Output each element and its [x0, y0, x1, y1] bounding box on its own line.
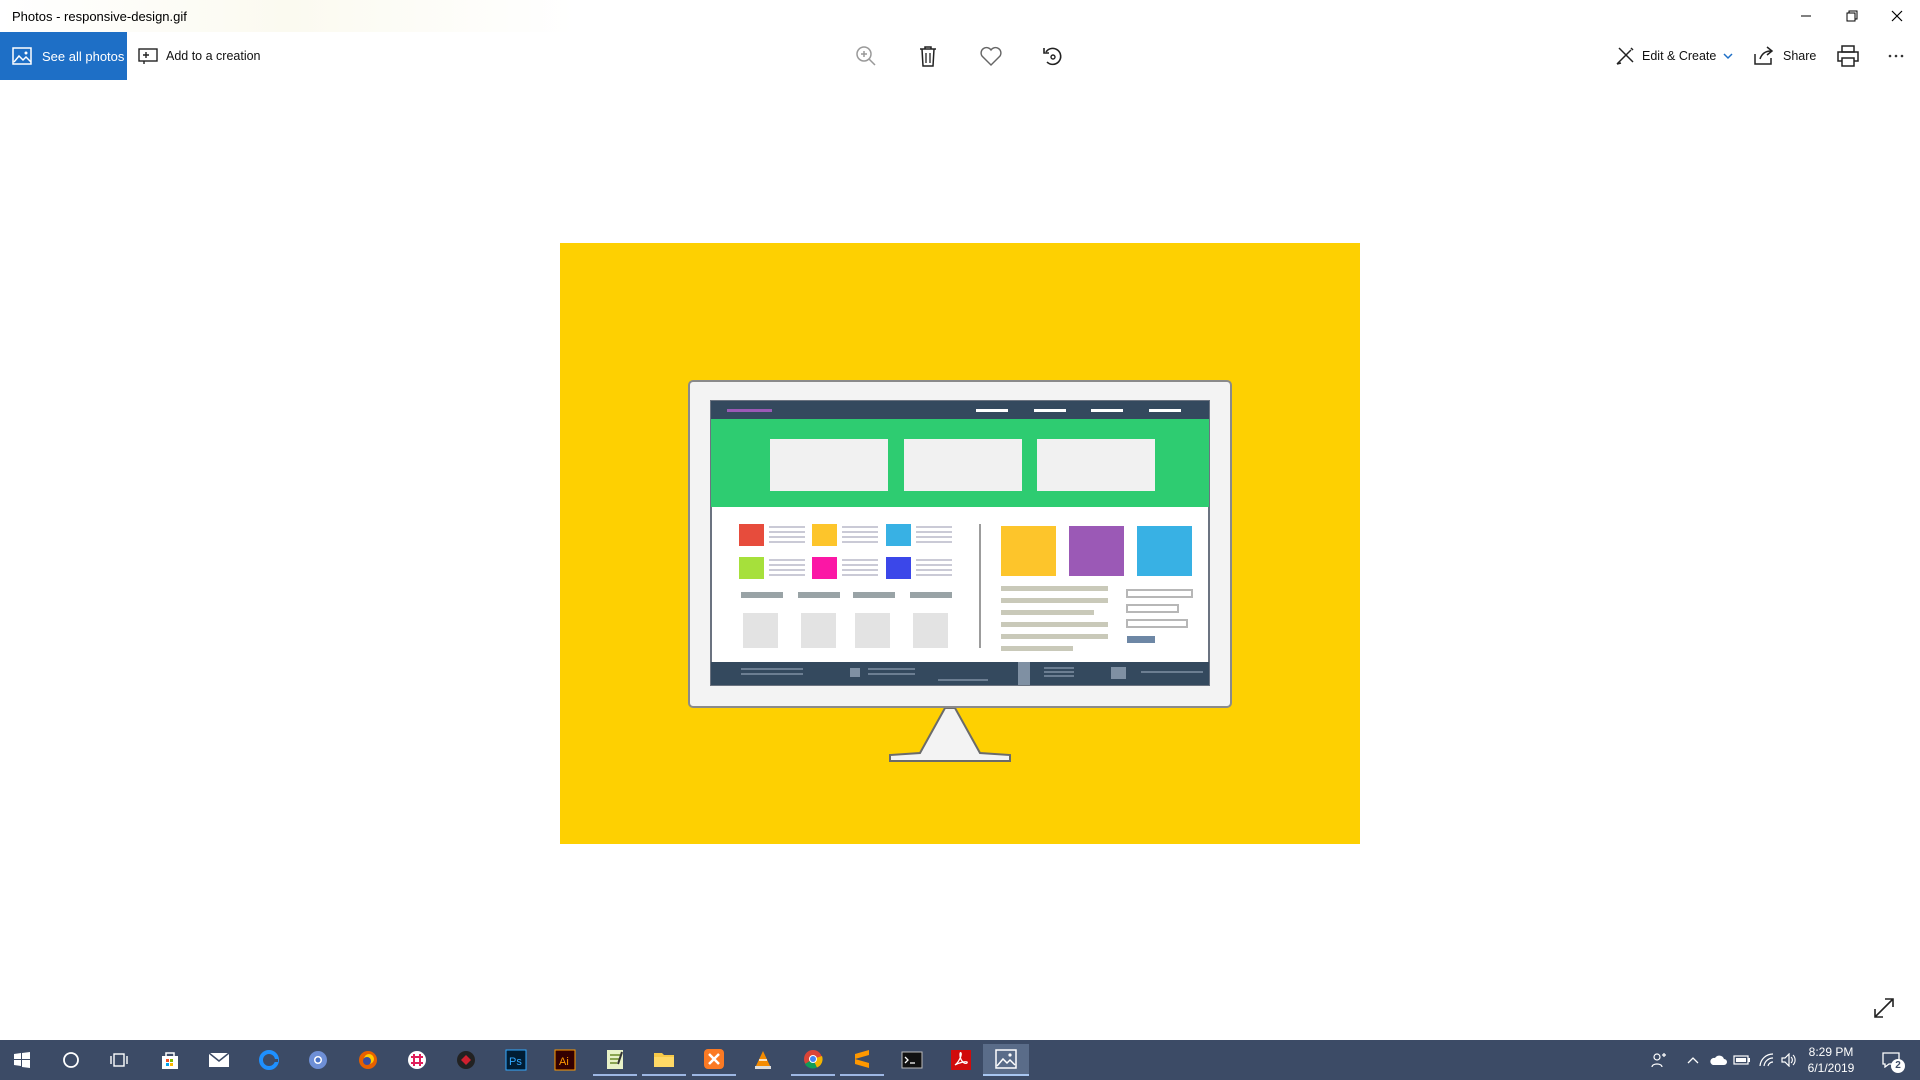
restore-button[interactable]: [1829, 0, 1875, 32]
photoshop-app[interactable]: Ps: [494, 1044, 538, 1076]
edit-create-label: Edit & Create: [1642, 49, 1717, 63]
responsive-design-illustration: [560, 243, 1360, 844]
minimize-button[interactable]: [1783, 0, 1829, 32]
displayed-image: [560, 243, 1360, 844]
see-all-photos-button[interactable]: See all photos: [0, 32, 127, 80]
print-button[interactable]: [1834, 42, 1862, 70]
app-toolbar: See all photos Add to a creation Edit & …: [0, 32, 1920, 80]
task-view-button[interactable]: [98, 1044, 142, 1076]
edit-icon: [1616, 47, 1634, 65]
close-icon: [1891, 10, 1903, 22]
volume-button[interactable]: [1778, 1040, 1800, 1080]
restore-icon: [1846, 10, 1858, 22]
edit-create-button[interactable]: Edit & Create: [1614, 32, 1734, 80]
clock-time: 8:29 PM: [1808, 1045, 1854, 1059]
mail-app[interactable]: [197, 1044, 241, 1076]
xampp-icon: [704, 1049, 724, 1069]
share-label: Share: [1783, 49, 1817, 63]
wifi-icon: [1759, 1053, 1774, 1067]
edge-icon: [259, 1050, 279, 1070]
favorite-button[interactable]: [977, 42, 1005, 70]
sublime-icon: [855, 1050, 869, 1068]
share-icon: [1754, 46, 1774, 65]
rotate-icon: [1043, 47, 1062, 66]
firefox-app[interactable]: [346, 1044, 390, 1076]
share-button[interactable]: Share: [1753, 32, 1816, 80]
battery-button[interactable]: [1731, 1040, 1753, 1080]
terminal-app[interactable]: [890, 1044, 934, 1076]
illustrator-app[interactable]: Ai: [543, 1044, 587, 1076]
file-explorer-icon: [654, 1053, 674, 1067]
volume-icon: [1781, 1053, 1796, 1067]
expand-icon: [1874, 998, 1894, 1018]
clock-date: 6/1/2019: [1807, 1061, 1855, 1075]
chrome-app[interactable]: [791, 1044, 835, 1076]
close-button[interactable]: [1874, 0, 1920, 32]
photos-app[interactable]: [983, 1044, 1029, 1076]
people-button[interactable]: [1647, 1040, 1671, 1080]
notification-badge: 2: [1891, 1059, 1905, 1073]
people-icon: [1651, 1053, 1666, 1068]
acrobat-app[interactable]: [939, 1044, 983, 1076]
cloud-icon: [1710, 1055, 1727, 1065]
minimize-icon: [1801, 15, 1811, 17]
task-view-icon: [110, 1053, 128, 1067]
slack-icon: [408, 1051, 426, 1069]
xampp-app[interactable]: [692, 1044, 736, 1076]
see-all-photos-label: See all photos: [42, 48, 125, 64]
notepad-app[interactable]: [593, 1044, 637, 1076]
illustrator-icon: Ai: [554, 1049, 576, 1071]
fullscreen-button[interactable]: [1872, 996, 1896, 1020]
store-icon: [162, 1052, 178, 1069]
chevron-down-icon: [1723, 53, 1733, 60]
heart-icon: [980, 46, 1002, 66]
vlc-app[interactable]: [741, 1044, 785, 1076]
antivirus-icon: [457, 1051, 475, 1069]
photos-icon: [995, 1049, 1017, 1069]
taskbar: Ps Ai 8:29 PM 6/1/2019: [0, 1040, 1920, 1080]
svg-text:Ai: Ai: [559, 1056, 569, 1068]
more-icon: [1888, 54, 1904, 58]
vlc-icon: [755, 1051, 771, 1069]
window-title: Photos - responsive-design.gif: [12, 8, 187, 24]
start-icon: [14, 1052, 30, 1068]
sublime-app[interactable]: [840, 1044, 884, 1076]
edge-app[interactable]: [247, 1044, 291, 1076]
photoshop-icon: Ps: [505, 1049, 527, 1071]
clock[interactable]: 8:29 PM 6/1/2019: [1800, 1044, 1862, 1078]
antivirus-app[interactable]: [444, 1044, 488, 1076]
terminal-icon: [901, 1051, 923, 1069]
zoom-button[interactable]: [852, 42, 880, 70]
add-to-creation-button[interactable]: Add to a creation: [138, 32, 261, 80]
slack-app[interactable]: [395, 1044, 439, 1076]
rotate-button[interactable]: [1039, 42, 1067, 70]
search-button[interactable]: [49, 1044, 93, 1076]
battery-icon: [1733, 1055, 1750, 1065]
chromium-app[interactable]: [296, 1044, 340, 1076]
trash-icon: [920, 46, 936, 67]
title-bar: Photos - responsive-design.gif: [0, 0, 1920, 32]
onedrive-button[interactable]: [1707, 1040, 1729, 1080]
creation-icon: [138, 48, 158, 64]
delete-button[interactable]: [914, 42, 942, 70]
network-button[interactable]: [1756, 1040, 1778, 1080]
file-explorer-app[interactable]: [642, 1044, 686, 1076]
svg-text:Ps: Ps: [509, 1056, 522, 1068]
notepad-icon: [607, 1050, 623, 1069]
acrobat-icon: [951, 1050, 971, 1070]
start-button[interactable]: [0, 1044, 44, 1076]
store-app[interactable]: [148, 1044, 192, 1076]
chrome-icon: [804, 1050, 823, 1069]
zoom-in-icon: [856, 46, 876, 66]
firefox-icon: [359, 1051, 377, 1069]
mail-icon: [208, 1052, 230, 1067]
chevron-up-icon: [1687, 1057, 1699, 1064]
tray-overflow-button[interactable]: [1683, 1040, 1703, 1080]
more-button[interactable]: [1882, 42, 1910, 70]
photo-icon: [12, 47, 32, 65]
print-icon: [1837, 45, 1859, 67]
chromium-icon: [309, 1051, 327, 1069]
search-icon: [63, 1052, 79, 1068]
add-to-creation-label: Add to a creation: [166, 49, 261, 63]
